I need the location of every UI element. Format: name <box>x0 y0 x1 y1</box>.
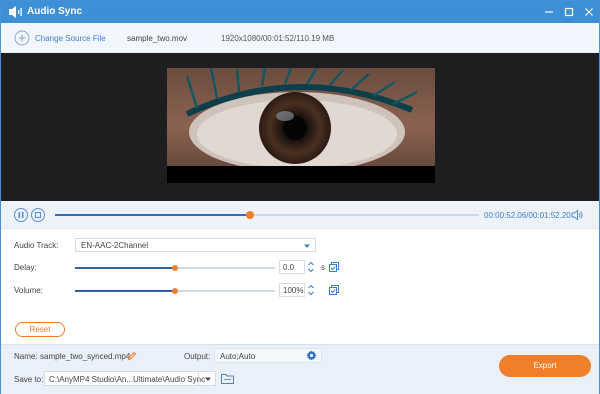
file-bar: Change Source File sample_two.mov 1920x1… <box>1 23 599 53</box>
save-path-select[interactable]: C:\AnyMP4 Studio\An...Ultimate\Audio Syn… <box>44 371 216 386</box>
video-preview-area <box>1 53 599 201</box>
change-source-file-link[interactable]: Change Source File <box>35 34 106 43</box>
playback-controls: 00:00:52.06/00:01:52.20 <box>1 201 599 229</box>
save-to-label: Save to: <box>14 375 44 384</box>
close-icon <box>585 8 593 16</box>
volume-slider[interactable] <box>75 288 275 294</box>
save-path-dropdown-button[interactable] <box>198 372 216 385</box>
timecode: 00:00:52.06/00:01:52.20 <box>484 211 571 220</box>
apply-to-all-icon[interactable] <box>329 262 339 272</box>
playback-progress-track[interactable] <box>55 211 479 219</box>
reset-button[interactable]: Reset <box>15 322 65 337</box>
file-name: sample_two.mov <box>127 34 188 43</box>
stop-button[interactable] <box>31 208 45 222</box>
close-button[interactable] <box>581 4 597 20</box>
edit-icon[interactable] <box>127 351 137 361</box>
maximize-icon <box>564 7 574 17</box>
output-format-value: Auto;Auto <box>220 352 256 361</box>
delay-input[interactable]: 0.0 <box>279 260 305 274</box>
pause-icon <box>18 212 24 218</box>
volume-input[interactable]: 100% <box>279 283 305 297</box>
delay-label: Delay: <box>14 263 37 272</box>
stop-icon <box>34 211 42 219</box>
delay-slider-handle[interactable] <box>172 265 178 271</box>
volume-icon[interactable] <box>570 208 584 222</box>
delay-slider-fill <box>75 267 175 269</box>
pause-button[interactable] <box>14 208 28 222</box>
apply-to-all-icon[interactable] <box>329 285 339 295</box>
gear-icon[interactable] <box>306 350 317 361</box>
sync-settings-panel: Audio Track: EN-AAC-2Channel Delay: 0.0 … <box>1 229 599 344</box>
delay-slider[interactable] <box>75 265 275 271</box>
audio-track-label: Audio Track: <box>14 241 59 250</box>
output-file-name: sample_two_synced.mp4 <box>40 352 131 361</box>
audio-sync-window: Audio Sync Change Source File sample_two… <box>0 0 600 394</box>
audio-sync-app-icon <box>9 6 22 18</box>
audio-track-value: EN-AAC-2Channel <box>81 241 149 250</box>
playback-progress-fill <box>55 214 251 216</box>
volume-slider-handle[interactable] <box>172 288 178 294</box>
window-title: Audio Sync <box>27 6 83 17</box>
maximize-button[interactable] <box>561 4 577 20</box>
audio-track-select[interactable]: EN-AAC-2Channel <box>75 238 316 252</box>
title-bar: Audio Sync <box>1 1 599 23</box>
name-label: Name: <box>14 352 38 361</box>
volume-stepper-icon[interactable] <box>307 283 315 297</box>
chevron-down-icon <box>204 377 211 381</box>
folder-icon[interactable] <box>221 373 234 384</box>
chevron-down-icon <box>304 244 310 248</box>
save-path-value: C:\AnyMP4 Studio\An...Ultimate\Audio Syn… <box>49 375 206 384</box>
volume-slider-fill <box>75 290 175 292</box>
video-letterbox <box>167 166 435 183</box>
volume-value: 100% <box>283 286 304 295</box>
delay-value: 0.0 <box>283 263 295 272</box>
minimize-icon <box>545 11 553 13</box>
minimize-button[interactable] <box>541 4 557 20</box>
video-frame <box>167 68 435 183</box>
file-info: 1920x1080/00:01:52/110.19 MB <box>221 34 335 43</box>
volume-label: Volume: <box>14 286 43 295</box>
delay-unit: s <box>321 263 325 272</box>
export-button[interactable]: Export <box>499 355 591 377</box>
add-file-icon[interactable] <box>14 30 30 46</box>
playback-progress-handle[interactable] <box>246 211 255 219</box>
output-footer: Name: sample_two_synced.mp4 Output: Auto… <box>1 344 599 394</box>
output-label: Output: <box>184 352 211 361</box>
delay-stepper-icon[interactable] <box>307 260 315 274</box>
